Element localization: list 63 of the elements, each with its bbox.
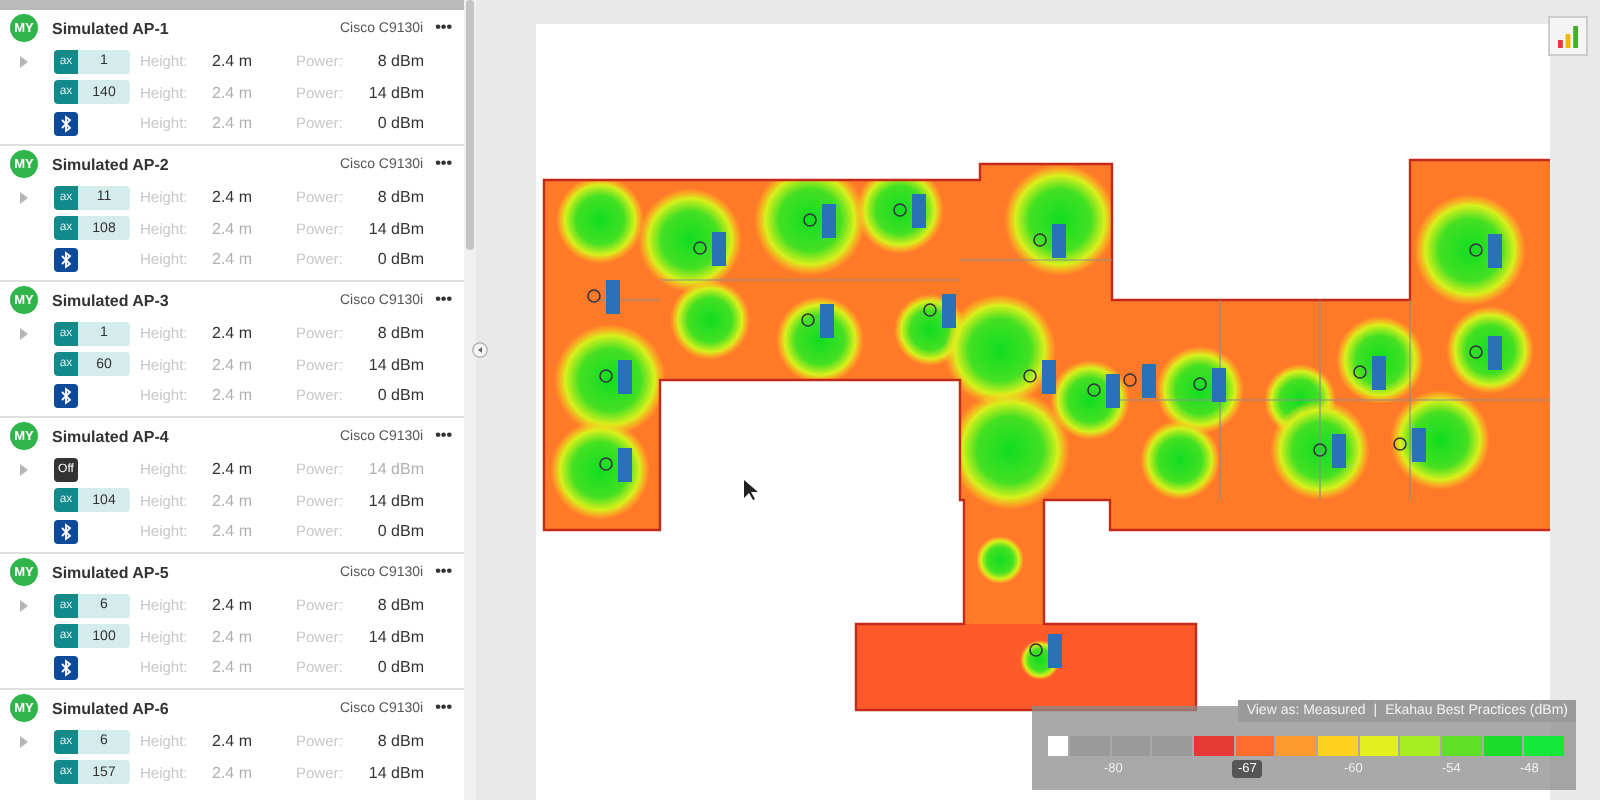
power-value: 14 dBm bbox=[368, 627, 424, 646]
bluetooth-icon bbox=[54, 383, 78, 408]
scrollbar[interactable] bbox=[464, 0, 476, 800]
height-value: 2.4 m bbox=[212, 460, 255, 479]
height-value: 2.4 m bbox=[212, 83, 255, 102]
power-value: 0 dBm bbox=[375, 658, 424, 677]
power-value: 0 dBm bbox=[375, 114, 424, 133]
expand-caret-icon[interactable] bbox=[20, 55, 28, 68]
bar-chart-icon bbox=[1554, 22, 1582, 50]
more-menu-button[interactable]: ••• bbox=[435, 700, 452, 716]
power-value: 14 dBm bbox=[368, 460, 424, 479]
more-menu-button[interactable]: ••• bbox=[435, 292, 452, 308]
power-value: 14 dBm bbox=[368, 219, 424, 238]
power-value: 14 dBm bbox=[368, 491, 424, 510]
ap-name: Simulated AP-2 bbox=[52, 155, 171, 173]
height-value: 2.4 m bbox=[212, 324, 255, 343]
power-value: 14 dBm bbox=[368, 763, 424, 782]
power-value: 8 dBm bbox=[375, 324, 424, 343]
chart-toggle-button[interactable] bbox=[1548, 16, 1588, 56]
mouse-cursor-icon bbox=[744, 480, 758, 500]
collapse-handle-icon[interactable] bbox=[472, 342, 488, 358]
expand-caret-icon[interactable] bbox=[20, 327, 28, 340]
height-value: 2.4 m bbox=[212, 658, 255, 677]
power-value: 0 dBm bbox=[375, 386, 424, 405]
bluetooth-icon bbox=[54, 247, 78, 272]
ap-name: Simulated AP-3 bbox=[52, 291, 171, 309]
power-value: 8 dBm bbox=[375, 596, 424, 615]
height-value: 2.4 m bbox=[212, 355, 255, 374]
height-value: 2.4 m bbox=[212, 596, 255, 615]
ap-name: Simulated AP-5 bbox=[52, 563, 171, 581]
expand-caret-icon[interactable] bbox=[20, 599, 28, 612]
power-value: 8 dBm bbox=[375, 188, 424, 207]
ap-name: Simulated AP-4 bbox=[52, 427, 171, 445]
more-menu-button[interactable]: ••• bbox=[435, 428, 452, 444]
more-menu-button[interactable]: ••• bbox=[435, 156, 452, 172]
power-value: 14 dBm bbox=[368, 83, 424, 102]
power-value: 0 dBm bbox=[375, 522, 424, 541]
height-value: 2.4 m bbox=[212, 188, 255, 207]
power-value: 8 dBm bbox=[375, 52, 424, 71]
bluetooth-icon bbox=[54, 519, 78, 544]
expand-caret-icon[interactable] bbox=[20, 463, 28, 476]
more-menu-button[interactable]: ••• bbox=[435, 564, 452, 580]
height-value: 2.4 m bbox=[212, 250, 255, 269]
power-value: 0 dBm bbox=[375, 250, 424, 269]
height-value: 2.4 m bbox=[212, 627, 255, 646]
expand-caret-icon[interactable] bbox=[20, 191, 28, 204]
more-menu-button[interactable]: ••• bbox=[435, 20, 452, 36]
signal-color-scale[interactable] bbox=[1048, 736, 1564, 756]
height-value: 2.4 m bbox=[212, 219, 255, 238]
height-value: 2.4 m bbox=[212, 386, 255, 405]
power-value: 14 dBm bbox=[368, 355, 424, 374]
height-value: 2.4 m bbox=[212, 491, 255, 510]
ap-name: Simulated AP-1 bbox=[52, 19, 171, 37]
height-value: 2.4 m bbox=[212, 52, 255, 71]
height-value: 2.4 m bbox=[212, 732, 255, 751]
height-value: 2.4 m bbox=[212, 763, 255, 782]
height-value: 2.4 m bbox=[212, 114, 255, 133]
ap-name: Simulated AP-6 bbox=[52, 699, 171, 717]
bluetooth-icon bbox=[54, 655, 78, 680]
power-value: 8 dBm bbox=[375, 732, 424, 751]
height-value: 2.4 m bbox=[212, 522, 255, 541]
bluetooth-icon bbox=[54, 111, 78, 136]
expand-caret-icon[interactable] bbox=[20, 735, 28, 748]
